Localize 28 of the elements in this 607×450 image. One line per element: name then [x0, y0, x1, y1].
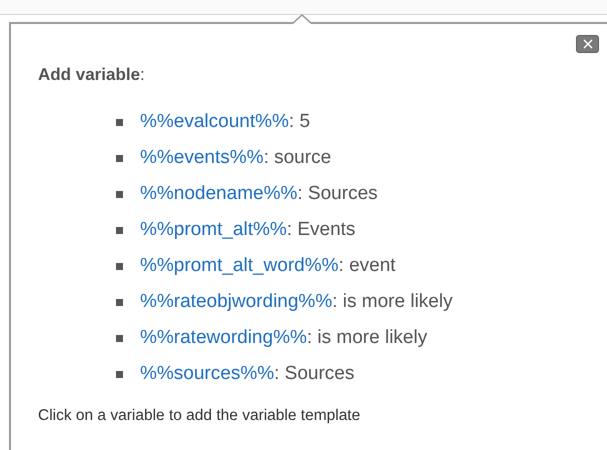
close-icon	[582, 39, 592, 49]
variable-link[interactable]: %%events%%	[140, 144, 264, 172]
variable-value: : 5	[288, 110, 310, 134]
close-button[interactable]	[576, 35, 599, 53]
variable-link[interactable]: %%rateobjwording%%	[140, 288, 332, 316]
variable-value: : Events	[286, 218, 356, 242]
variable-link[interactable]: %%evalcount%%	[140, 108, 289, 136]
variable-value: : Sources	[274, 362, 354, 386]
variable-value: : is more likely	[306, 326, 428, 350]
variable-link[interactable]: %%promt_alt%%	[140, 216, 287, 244]
variable-link[interactable]: %%nodename%%	[140, 180, 298, 208]
variable-link[interactable]: %%promt_alt_word%%	[140, 252, 339, 280]
variable-link[interactable]: %%sources%%	[140, 360, 274, 388]
variable-link[interactable]: %%ratewording%%	[140, 324, 307, 352]
variable-value: : source	[264, 146, 332, 170]
bullet-icon	[116, 262, 123, 270]
variable-value: : is more likely	[332, 290, 453, 314]
popup-title: Add variable:	[38, 64, 145, 86]
bullet-icon	[116, 190, 123, 198]
bullet-icon	[116, 334, 123, 342]
bullet-icon	[116, 154, 123, 162]
bullet-icon	[116, 298, 123, 306]
variable-value: : event	[338, 254, 396, 278]
bullet-icon	[116, 226, 123, 234]
variable-value: : Sources	[297, 182, 378, 206]
hint-text: Click on a variable to add the variable template	[38, 406, 360, 426]
bullet-icon	[116, 118, 123, 126]
bullet-icon	[116, 370, 123, 378]
